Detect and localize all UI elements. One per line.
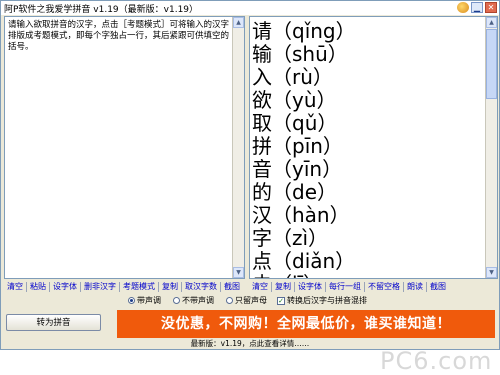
pinyin-char: 取 [252, 111, 272, 135]
pinyin-row: 入（rù） [252, 66, 356, 89]
pinyin-char: 入 [252, 65, 272, 89]
pinyin-row: 音（yīn） [252, 158, 356, 181]
radio-icon[interactable] [226, 297, 233, 304]
app-logo-icon [457, 2, 469, 13]
scroll-up-icon[interactable]: ▲ [233, 17, 244, 28]
pinyin-row: 汉（hàn） [252, 204, 356, 227]
pinyin-list: 请（qǐng） 输（shū） 入（rù） 欲（yù） 取（qǔ） 拼（pīn） 音（yīn）… [252, 20, 356, 279]
remove-non-chinese-button[interactable]: 删非汉字 [81, 281, 120, 292]
pinyin-char: 欲 [252, 88, 272, 112]
radio-with-tone[interactable]: 带声调 [128, 295, 161, 306]
right-toolbar: 清空 复制 设字体 每行一组 不留空格 朗读 截图 [249, 280, 449, 293]
scroll-down-icon[interactable]: ▼ [486, 267, 497, 278]
pinyin-reading: （shū） [272, 42, 348, 66]
pinyin-reading: （diǎn） [272, 249, 356, 273]
radio-label: 只留声母 [235, 296, 267, 305]
count-chars-button[interactable]: 取汉字数 [182, 281, 221, 292]
pinyin-row: 欲（yù） [252, 89, 356, 112]
chinese-input-editor[interactable]: 请输入欲取拼音的汉字，点击［考题模式］可将输入的汉字排版成考题模式，即每个字独占… [4, 16, 245, 279]
watermark: PC6.com [380, 347, 493, 375]
pinyin-reading: （hàn） [272, 203, 350, 227]
left-clear-button[interactable]: 清空 [4, 281, 27, 292]
one-per-line-button[interactable]: 每行一组 [326, 281, 365, 292]
close-icon[interactable]: ✕ [485, 2, 497, 13]
left-font-button[interactable]: 设字体 [50, 281, 81, 292]
checkbox-label: 转换后汉字与拼音混排 [287, 296, 367, 305]
pinyin-output-editor[interactable]: 请（qǐng） 输（shū） 入（rù） 欲（yù） 取（qǔ） 拼（pīn） 音（yīn）… [249, 16, 498, 279]
pinyin-row: 输（shū） [252, 43, 356, 66]
input-text[interactable]: 请输入欲取拼音的汉字，点击［考题模式］可将输入的汉字排版成考题模式，即每个字独占… [5, 17, 239, 53]
scroll-down-icon[interactable]: ▼ [233, 267, 244, 278]
pinyin-row: 字（zì） [252, 227, 356, 250]
options-row: 带声调 不带声调 只留声母 ✓ 转换后汉字与拼音混排 [1, 294, 499, 307]
pinyin-char: 点 [252, 249, 272, 273]
left-scrollbar[interactable]: ▲ ▼ [232, 17, 244, 278]
right-scrollbar[interactable]: ▲ ▼ [485, 17, 497, 278]
pinyin-reading: （rù） [272, 65, 333, 89]
pinyin-row: 击（jī） [252, 273, 356, 279]
paste-button[interactable]: 粘贴 [27, 281, 50, 292]
pinyin-char: 音 [252, 157, 272, 181]
pinyin-row: 请（qǐng） [252, 20, 356, 43]
right-screenshot-button[interactable]: 截图 [427, 282, 449, 292]
window-controls: ▁ ✕ [457, 2, 497, 13]
window-title: 阿P软件之我爱学拼音 v1.19（最新版：v1.19） [4, 4, 199, 15]
minimize-icon[interactable]: ▁ [471, 2, 483, 13]
left-toolbar: 清空 粘贴 设字体 删非汉字 考题模式 复制 取汉字数 截图 [4, 280, 243, 293]
pinyin-reading: （yīn） [272, 157, 343, 181]
radio-without-tone[interactable]: 不带声调 [173, 295, 214, 306]
mix-layout-checkbox[interactable]: ✓ 转换后汉字与拼音混排 [277, 295, 367, 306]
pinyin-row: 取（qǔ） [252, 112, 356, 135]
scroll-up-icon[interactable]: ▲ [486, 17, 497, 28]
pinyin-char: 字 [252, 226, 272, 250]
exam-mode-button[interactable]: 考题模式 [120, 281, 159, 292]
radio-icon[interactable] [173, 297, 180, 304]
read-aloud-button[interactable]: 朗读 [404, 281, 427, 292]
promo-banner[interactable]: 没优惠，不网购！全网最低价，谁买谁知道！ [117, 310, 495, 338]
pinyin-char: 输 [252, 42, 272, 66]
right-copy-button[interactable]: 复制 [272, 281, 295, 292]
main-window: 阿P软件之我爱学拼音 v1.19（最新版：v1.19） ▁ ✕ 请输入欲取拼音的… [0, 0, 500, 350]
radio-initials-only[interactable]: 只留声母 [226, 295, 267, 306]
left-screenshot-button[interactable]: 截图 [221, 282, 243, 292]
pinyin-char: 的 [252, 180, 272, 204]
pinyin-char: 击 [252, 272, 272, 279]
pinyin-row: 的（de） [252, 181, 356, 204]
left-copy-button[interactable]: 复制 [159, 281, 182, 292]
pinyin-char: 拼 [252, 134, 272, 158]
pinyin-reading: （jī） [272, 272, 323, 279]
pinyin-reading: （qǐng） [272, 19, 356, 43]
title-bar: 阿P软件之我爱学拼音 v1.19（最新版：v1.19） ▁ ✕ [1, 1, 499, 15]
radio-label: 带声调 [137, 296, 161, 305]
radio-label: 不带声调 [182, 296, 214, 305]
right-clear-button[interactable]: 清空 [249, 281, 272, 292]
pinyin-char: 汉 [252, 203, 272, 227]
no-spaces-button[interactable]: 不留空格 [365, 281, 404, 292]
pinyin-reading: （zì） [272, 226, 329, 250]
scroll-thumb[interactable] [486, 29, 497, 99]
checkbox-checked-icon[interactable]: ✓ [277, 296, 285, 305]
pinyin-reading: （yù） [272, 88, 337, 112]
pinyin-row: 拼（pīn） [252, 135, 356, 158]
pinyin-char: 请 [252, 19, 272, 43]
pinyin-row: 点（diǎn） [252, 250, 356, 273]
pinyin-reading: （de） [272, 180, 337, 204]
pinyin-reading: （qǔ） [272, 111, 338, 135]
right-font-button[interactable]: 设字体 [295, 281, 326, 292]
convert-to-pinyin-button[interactable]: 转为拼音 [6, 314, 101, 331]
pinyin-reading: （pīn） [272, 134, 343, 158]
radio-selected-icon[interactable] [128, 297, 135, 304]
